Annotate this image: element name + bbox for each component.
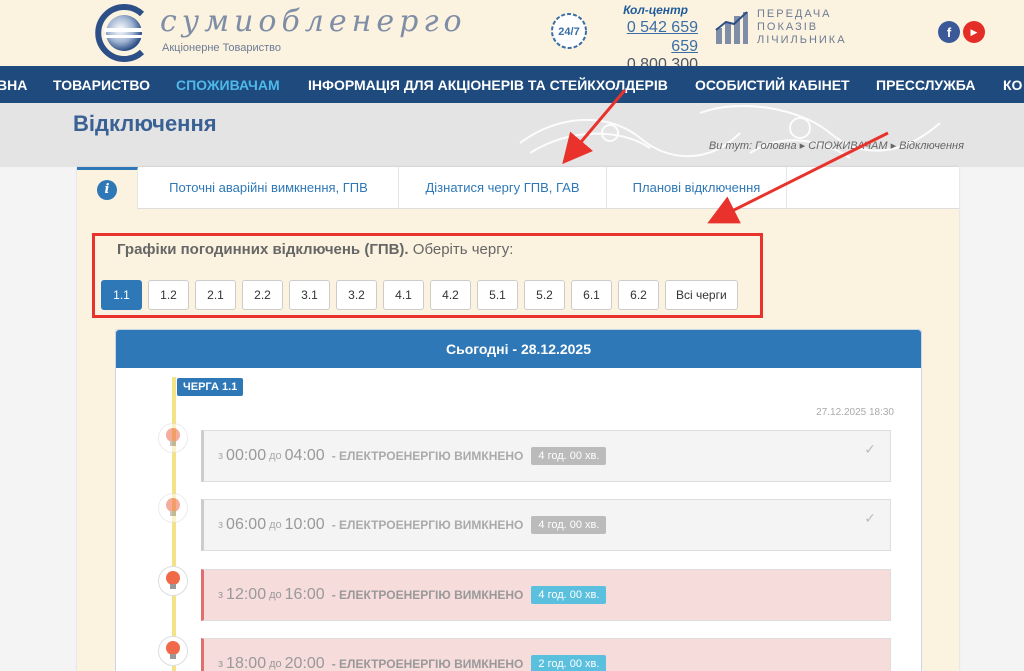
bulb-icon <box>158 493 188 523</box>
update-timestamp: 27.12.2025 18:30 <box>816 407 894 418</box>
slot-from-time: 06:00 <box>226 516 267 533</box>
slot-description: - ЕЛЕКТРОЕНЕРГІЮ ВИМКНЕНО <box>331 657 524 671</box>
queue-button-6-2[interactable]: 6.2 <box>618 280 659 310</box>
queue-button-2-2[interactable]: 2.2 <box>242 280 283 310</box>
slot-duration-badge: 4 год. 00 хв. <box>531 516 607 534</box>
info-icon: i <box>97 179 117 200</box>
slot-to-word: до <box>269 589 282 601</box>
main-nav: ВНА ТОВАРИСТВО СПОЖИВАЧАМ ІНФОРМАЦІЯ ДЛЯ… <box>0 66 1024 103</box>
queue-button-2-1[interactable]: 2.1 <box>195 280 236 310</box>
nav-item-contacts[interactable]: КО <box>1003 77 1022 93</box>
queue-button-6-1[interactable]: 6.1 <box>571 280 612 310</box>
phone-primary-link[interactable]: 0 542 659 659 <box>598 18 698 56</box>
tab-bar: i Поточні аварійні вимкнення, ГПВ Дізнат… <box>77 167 959 209</box>
logo-subtitle: Акціонерне Товариство <box>162 42 282 54</box>
slot-to-time: 04:00 <box>284 447 325 464</box>
slot-from-word: з <box>218 450 224 462</box>
slot-to-time: 20:00 <box>284 655 325 671</box>
decorative-swirl <box>519 104 941 159</box>
nav-item-main[interactable]: ВНА <box>0 77 27 93</box>
title-band: Відключення Ви тут: Головна ▸ СПОЖИВАЧАМ… <box>0 103 1024 167</box>
youtube-icon[interactable]: ▶ <box>963 21 985 43</box>
queue-button-5-2[interactable]: 5.2 <box>524 280 565 310</box>
nav-item-consumers[interactable]: СПОЖИВАЧАМ <box>176 77 280 93</box>
slot-from-word: з <box>218 658 224 670</box>
support-247-icon: 24/7 <box>551 13 587 49</box>
meter-line-3: ЛІЧИЛЬНИКА <box>757 34 847 46</box>
site-header: сумиобленерго Акціонерне Товариство 24/7… <box>0 0 1024 91</box>
breadcrumb[interactable]: Ви тут: Головна ▸ СПОЖИВАЧАМ ▸ Відключен… <box>709 139 964 152</box>
queue-button-4-1[interactable]: 4.1 <box>383 280 424 310</box>
schedule-panel: Сьогодні - 28.12.2025 ЧЕРГА 1.1 27.12.20… <box>115 329 922 671</box>
meter-chart-icon[interactable] <box>714 10 750 46</box>
check-icon: ✓ <box>864 441 876 457</box>
logo-title[interactable]: сумиобленерго <box>160 6 467 38</box>
slot-from-time: 00:00 <box>226 447 267 464</box>
slot-duration-badge: 4 год. 00 хв. <box>531 447 607 465</box>
slot-to-time: 10:00 <box>284 516 325 533</box>
content-card: i Поточні аварійні вимкнення, ГПВ Дізнат… <box>77 167 959 671</box>
badge-247-text: 24/7 <box>558 26 579 38</box>
tab-current-outages[interactable]: Поточні аварійні вимкнення, ГПВ <box>139 167 399 208</box>
slot-to-time: 16:00 <box>284 586 325 603</box>
bulb-icon <box>158 423 188 453</box>
facebook-icon[interactable]: f <box>938 21 960 43</box>
outage-slot: з 12:00 до 16:00 - ЕЛЕКТРОЕНЕРГІЮ ВИМКНЕ… <box>201 569 891 621</box>
nav-item-press[interactable]: ПРЕССЛУЖБА <box>876 77 975 93</box>
queue-button-3-1[interactable]: 3.1 <box>289 280 330 310</box>
call-center-label: Кол-центр <box>623 3 688 17</box>
slot-description: - ЕЛЕКТРОЕНЕРГІЮ ВИМКНЕНО <box>331 588 524 602</box>
schedule-date-header: Сьогодні - 28.12.2025 <box>116 330 921 368</box>
outage-slot: з 00:00 до 04:00 - ЕЛЕКТРОЕНЕРГІЮ ВИМКНЕ… <box>201 430 891 482</box>
schedule-heading-bold: Графіки погодинних відключень (ГПВ). <box>117 241 409 258</box>
queue-button-5-1[interactable]: 5.1 <box>477 280 518 310</box>
bulb-icon <box>158 636 188 666</box>
tab-find-queue[interactable]: Дізнатися чергу ГПВ, ГАВ <box>399 167 607 208</box>
nav-item-shareholders[interactable]: ІНФОРМАЦІЯ ДЛЯ АКЦІОНЕРІВ ТА СТЕЙКХОЛДЕР… <box>308 77 668 93</box>
outage-slot: з 06:00 до 10:00 - ЕЛЕКТРОЕНЕРГІЮ ВИМКНЕ… <box>201 499 891 551</box>
slot-to-word: до <box>269 658 282 670</box>
slot-to-word: до <box>269 450 282 462</box>
logo-icon[interactable] <box>90 0 152 62</box>
slot-from-time: 12:00 <box>226 586 267 603</box>
slot-duration-badge: 2 год. 00 хв. <box>531 655 607 671</box>
page-title: Відключення <box>73 111 217 136</box>
queue-selector: 1.1 1.2 2.1 2.2 3.1 3.2 4.1 4.2 5.1 5.2 … <box>101 280 738 310</box>
schedule-heading-rest: Оберіть чергу: <box>408 241 514 258</box>
meter-line-2: ПОКАЗІВ <box>757 21 819 33</box>
outage-slot: з 18:00 до 20:00 - ЕЛЕКТРОЕНЕРГІЮ ВИМКНЕ… <box>201 638 891 671</box>
queue-button-all[interactable]: Всі черги <box>665 280 738 310</box>
timeline-line <box>172 377 176 671</box>
queue-button-1-2[interactable]: 1.2 <box>148 280 189 310</box>
slot-from-word: з <box>218 589 224 601</box>
queue-button-3-2[interactable]: 3.2 <box>336 280 377 310</box>
slot-from-word: з <box>218 519 224 531</box>
check-icon: ✓ <box>864 510 876 526</box>
slot-from-time: 18:00 <box>226 655 267 671</box>
meter-reading-link[interactable]: ПЕРЕДАЧА ПОКАЗІВ ЛІЧИЛЬНИКА <box>757 8 847 47</box>
slot-description: - ЕЛЕКТРОЕНЕРГІЮ ВИМКНЕНО <box>331 518 524 532</box>
slot-to-word: до <box>269 519 282 531</box>
queue-button-1-1[interactable]: 1.1 <box>101 280 142 310</box>
slot-description: - ЕЛЕКТРОЕНЕРГІЮ ВИМКНЕНО <box>331 449 524 463</box>
meter-line-1: ПЕРЕДАЧА <box>757 8 832 20</box>
nav-item-company[interactable]: ТОВАРИСТВО <box>53 77 150 93</box>
slot-duration-badge: 4 год. 00 хв. <box>531 586 607 604</box>
queue-label: ЧЕРГА 1.1 <box>177 378 244 396</box>
bulb-icon <box>158 566 188 596</box>
tab-info[interactable]: i <box>77 167 138 209</box>
nav-item-cabinet[interactable]: ОСОБИСТИЙ КАБІНЕТ <box>695 77 850 93</box>
queue-button-4-2[interactable]: 4.2 <box>430 280 471 310</box>
tab-planned-outages[interactable]: Планові відключення <box>607 167 787 208</box>
schedule-heading: Графіки погодинних відключень (ГПВ). Обе… <box>117 241 513 258</box>
